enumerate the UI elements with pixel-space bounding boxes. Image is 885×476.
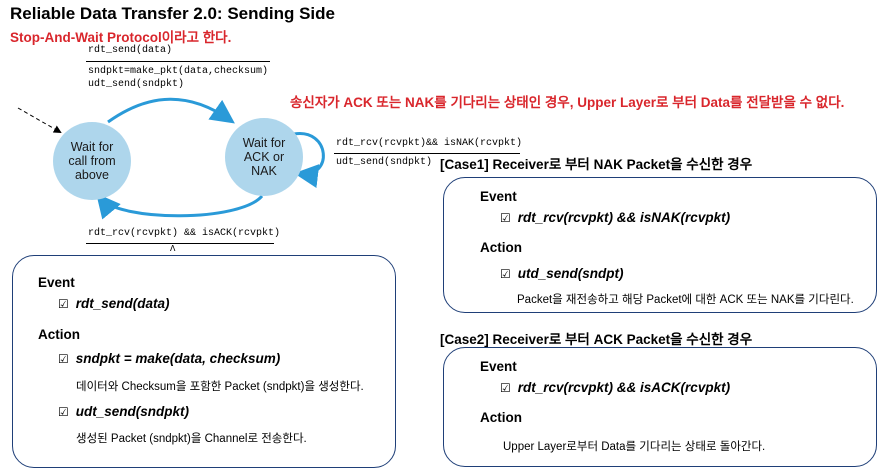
state-wait-ack-nak: Wait for ACK or NAK [225, 118, 303, 196]
left-event-heading: Event [38, 275, 75, 290]
case1-event-item: ☑ rdt_rcv(rcvpkt) && isNAK(rcvpkt) [500, 210, 731, 225]
case2-action-heading: Action [480, 410, 522, 425]
case1-title: [Case1] Receiver로 부터 NAK Packet을 수신한 경우 [440, 157, 753, 172]
checkbox-icon: ☑ [500, 267, 511, 281]
case2-event-item: ☑ rdt_rcv(rcvpkt) && isACK(rcvpkt) [500, 380, 731, 395]
left-action-desc-2: 생성된 Packet (sndpkt)을 Channel로 전송한다. [76, 433, 307, 445]
checkbox-icon: ☑ [58, 405, 69, 419]
ack-action-label: Λ [170, 244, 176, 254]
left-action-item-2: ☑ udt_send(sndpkt) [58, 404, 190, 419]
send-transition-rule [86, 61, 270, 62]
checkbox-icon: ☑ [58, 297, 69, 311]
send-action-label-2: udt_send(sndpkt) [88, 79, 185, 90]
checkbox-icon: ☑ [58, 352, 69, 366]
case2-title: [Case2] Receiver로 부터 ACK Packet을 수신한 경우 [440, 332, 753, 347]
checkbox-icon: ☑ [500, 381, 511, 395]
case1-event-heading: Event [480, 189, 517, 204]
case1-action-heading: Action [480, 240, 522, 255]
send-transition-arrow [107, 97, 235, 124]
case2-event-heading: Event [480, 359, 517, 374]
ack-transition-rule [86, 243, 274, 244]
left-event-item: ☑ rdt_send(data) [58, 296, 170, 311]
state-wait-call: Wait for call from above [53, 122, 131, 200]
left-action-item-1: ☑ sndpkt = make(data, checksum) [58, 351, 281, 366]
nak-event-label: rdt_rcv(rcvpkt)&& isNAK(rcvpkt) [336, 138, 523, 149]
ack-transition-arrow [96, 193, 264, 220]
case2-action-desc: Upper Layer로부터 Data를 기다리는 상태로 돌아간다. [503, 441, 766, 453]
init-arrow [17, 107, 62, 133]
case1-action-desc: Packet을 재전송하고 해당 Packet에 대한 ACK 또는 NAK를 … [517, 294, 854, 306]
left-action-heading: Action [38, 327, 80, 342]
send-action-label-1: sndpkt=make_pkt(data,checksum) [88, 66, 269, 77]
nak-action-label: udt_send(sndpkt) [336, 157, 433, 168]
ack-event-label: rdt_rcv(rcvpkt) && isACK(rcvpkt) [88, 228, 281, 239]
left-action-desc-1: 데이터와 Checksum을 포함한 Packet (sndpkt)을 생성한다… [76, 381, 364, 393]
send-event-label: rdt_send(data) [88, 45, 173, 56]
case1-action-item: ☑ utd_send(sndpt) [500, 266, 624, 281]
checkbox-icon: ☑ [500, 211, 511, 225]
